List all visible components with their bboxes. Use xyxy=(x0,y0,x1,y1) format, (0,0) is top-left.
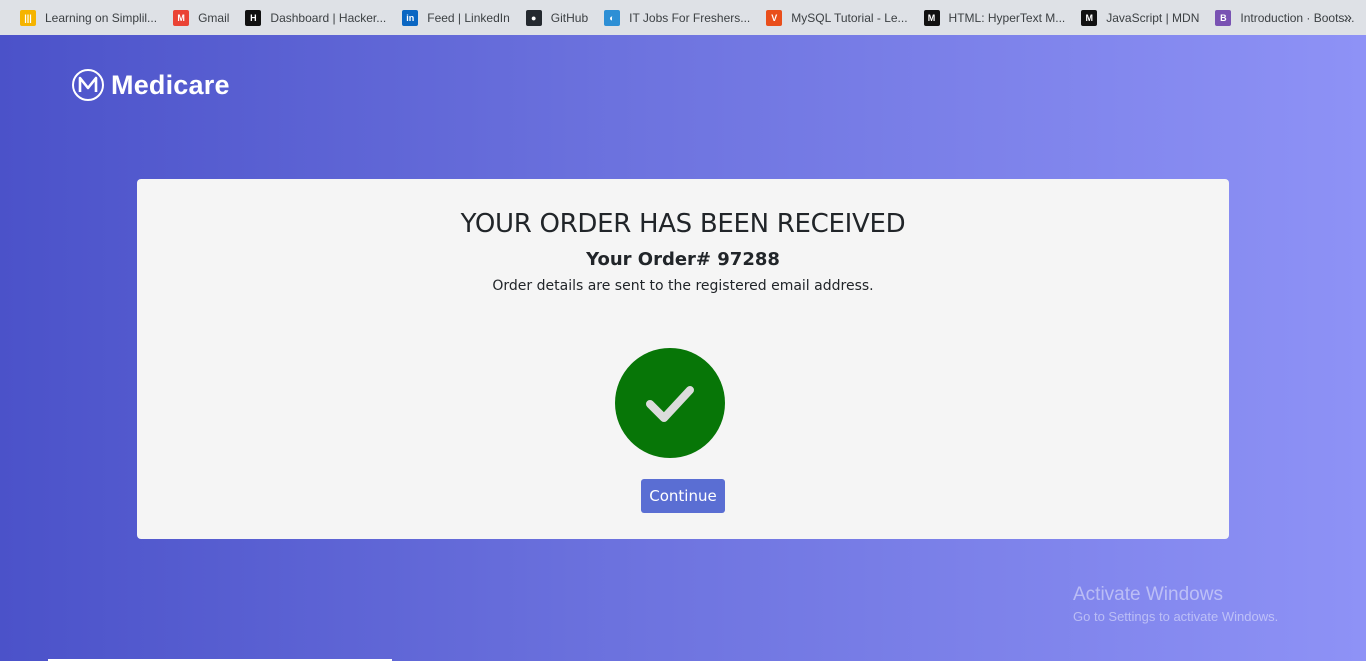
medicare-logo-icon xyxy=(72,69,104,101)
mdn-icon: M xyxy=(1081,9,1098,26)
bookmarks-bar: ||| Learning on Simplil... M Gmail H Dashboar… xyxy=(0,0,1366,35)
hackerrank-icon: H xyxy=(245,9,262,26)
activate-windows-watermark: Activate Windows Go to Settings to activ… xyxy=(1073,584,1278,624)
watermark-subtitle: Go to Settings to activate Windows. xyxy=(1073,609,1279,624)
continue-button[interactable]: Continue xyxy=(641,479,725,513)
bookmark-label: GitHub xyxy=(550,10,589,25)
simplilearn-icon: ||| xyxy=(20,9,36,26)
mdn-icon: M xyxy=(923,9,940,26)
bookmark-label: IT Jobs For Freshers... xyxy=(629,10,751,25)
bookmark-label: Introduction · Boots... xyxy=(1240,10,1355,25)
success-check-icon xyxy=(615,348,725,458)
bookmark-item[interactable]: ◐ IT Jobs For Freshers... xyxy=(596,4,758,32)
bookmark-item[interactable]: H Dashboard | Hacker... xyxy=(237,4,394,32)
bookmark-label: Gmail xyxy=(198,10,230,25)
bootstrap-icon: B xyxy=(1215,9,1232,26)
bookmark-label: JavaScript | MDN xyxy=(1106,10,1200,25)
order-number: Your Order# 97288 xyxy=(586,249,780,270)
bookmark-item[interactable]: in Feed | LinkedIn xyxy=(394,4,518,32)
brand-link[interactable]: Medicare xyxy=(72,69,230,101)
bookmark-item[interactable]: M JavaScript | MDN xyxy=(1073,4,1207,32)
bookmark-label: Learning on Simplil... xyxy=(45,10,158,25)
page: Medicare YOUR ORDER HAS BEEN RECEIVED Yo… xyxy=(0,35,1366,661)
bookmark-label: HTML: HyperText M... xyxy=(948,10,1066,25)
bookmark-item[interactable]: B Introduction · Boots... xyxy=(1207,4,1362,32)
gmail-icon: M xyxy=(173,9,190,26)
bookmark-label: Feed | LinkedIn xyxy=(427,10,510,25)
itjobs-icon: ◐ xyxy=(604,9,621,26)
brand-name: Medicare xyxy=(111,69,230,100)
order-confirmation-card: YOUR ORDER HAS BEEN RECEIVED Your Order#… xyxy=(137,179,1229,539)
bookmarks-overflow-button[interactable]: » xyxy=(1344,0,1352,35)
order-message: Order details are sent to the registered… xyxy=(492,278,874,294)
bookmark-item[interactable]: M Gmail xyxy=(165,4,237,32)
bookmark-item[interactable]: ● GitHub xyxy=(518,4,596,32)
bookmark-label: MySQL Tutorial - Le... xyxy=(791,10,908,25)
mysqltutorial-icon: V xyxy=(766,9,783,26)
bookmark-item[interactable]: M HTML: HyperText M... xyxy=(916,4,1074,32)
bookmark-item[interactable]: V MySQL Tutorial - Le... xyxy=(758,4,915,32)
bookmark-item[interactable]: ||| Learning on Simplil... xyxy=(12,4,165,32)
github-icon: ● xyxy=(525,9,542,26)
bookmark-label: Dashboard | Hacker... xyxy=(270,10,387,25)
order-heading: YOUR ORDER HAS BEEN RECEIVED xyxy=(460,209,906,239)
watermark-title: Activate Windows xyxy=(1073,584,1223,605)
linkedin-icon: in xyxy=(402,9,419,26)
